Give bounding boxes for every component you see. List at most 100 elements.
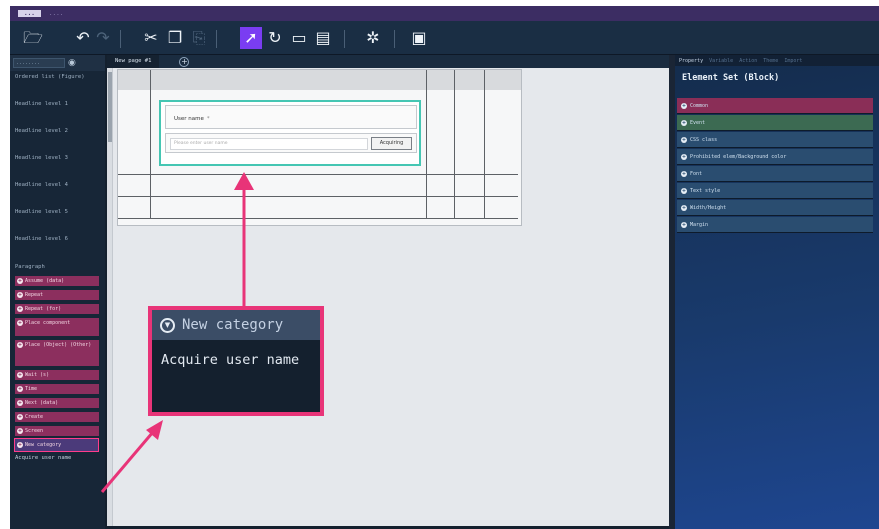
copy-icon[interactable]: ❐ xyxy=(164,27,186,49)
sidebar-item[interactable]: Headline level 2 xyxy=(10,125,105,152)
app-window: ... .... 🗁 ↶ ↷ ✂ ❐ ⎘ ➚ ↻ ▭ ▤ ✲ ▣ .......… xyxy=(10,6,879,529)
property-row[interactable]: + Common xyxy=(677,98,873,114)
property-panel-title: Element Set (Block) xyxy=(682,73,780,83)
plus-icon: + xyxy=(681,136,687,143)
title-bar: ... .... xyxy=(10,6,879,21)
plus-icon: + xyxy=(681,153,687,160)
folder-icon[interactable]: 🗁 xyxy=(22,27,44,49)
property-row-label: Width/Height xyxy=(690,204,727,211)
sidebar-item[interactable]: Headline level 4 xyxy=(10,179,105,206)
username-input[interactable]: Please enter user name xyxy=(170,138,368,150)
lasso-icon[interactable]: ↻ xyxy=(264,27,286,49)
plus-icon: + xyxy=(17,400,23,406)
undo-icon[interactable]: ↶ xyxy=(72,27,94,49)
property-row[interactable]: + Prohibited elem/Background color xyxy=(677,149,873,165)
sidebar-item[interactable]: Headline level 1 xyxy=(10,98,105,125)
sidebar-block-label: New category xyxy=(25,442,62,448)
property-row[interactable]: + Event xyxy=(677,115,873,131)
property-row-label: Event xyxy=(690,119,706,126)
sidebar-item[interactable]: Headline level 5 xyxy=(10,206,105,233)
property-row[interactable]: + Margin xyxy=(677,217,873,233)
acquiring-button[interactable]: Acquiring xyxy=(371,137,412,150)
plus-icon: + xyxy=(681,204,687,211)
tab-import[interactable]: Import xyxy=(784,58,802,64)
sidebar-search-input[interactable]: ........ xyxy=(13,58,65,68)
plus-icon: + xyxy=(681,221,687,228)
sidebar-block-item[interactable]: + Place (Object) (Other) xyxy=(15,338,99,368)
sidebar-block-item[interactable]: + Repeat xyxy=(15,288,99,302)
grid-line xyxy=(118,218,518,219)
sidebar-block-label: Assume (data) xyxy=(25,278,65,284)
sidebar-block-label: Place (Object) (Other) xyxy=(25,342,92,348)
vertical-scrollbar[interactable] xyxy=(107,68,113,526)
sidebar-block-item[interactable]: + Wait (s) xyxy=(15,368,99,382)
monitor-icon[interactable]: ▭ xyxy=(288,27,310,49)
username-label: User name * xyxy=(174,116,210,122)
sidebar-item-new-category[interactable]: + New category xyxy=(14,438,99,452)
tab-action[interactable]: Action xyxy=(739,58,757,64)
toolbar-separator xyxy=(120,30,121,48)
cut-icon[interactable]: ✂ xyxy=(140,27,162,49)
annotation-callout: ▼ New category Acquire user name xyxy=(148,306,324,416)
plus-icon: + xyxy=(17,386,23,392)
save-icon[interactable]: ▤ xyxy=(312,27,334,49)
sidebar-block-item[interactable]: + Assume (data) xyxy=(15,274,99,288)
panel-splitter[interactable] xyxy=(669,55,675,529)
chevron-down-icon: ▼ xyxy=(160,317,175,333)
plus-circle-icon[interactable]: + xyxy=(179,56,190,67)
username-label-text: User name xyxy=(174,116,204,122)
username-input-row: Please enter user name Acquiring xyxy=(165,133,417,153)
sidebar-block-item[interactable]: + Place component xyxy=(15,316,99,338)
menu-item[interactable]: .... xyxy=(49,10,63,17)
scrollbar-thumb[interactable] xyxy=(108,72,112,142)
tab-theme[interactable]: Theme xyxy=(763,58,778,64)
sidebar-output-text: Acquire user name xyxy=(15,455,72,461)
sidebar-item[interactable]: Headline level 3 xyxy=(10,152,105,179)
plus-icon: + xyxy=(17,292,23,298)
redo-icon[interactable]: ↷ xyxy=(92,27,114,49)
select-pointer-icon[interactable]: ➚ xyxy=(240,27,262,49)
plus-icon: + xyxy=(17,306,23,312)
sidebar-block-item[interactable]: + Screen xyxy=(15,424,99,438)
sidebar-block-label: Place component xyxy=(25,320,71,326)
toolbar-separator xyxy=(394,30,395,48)
sidebar-block-label: Repeat xyxy=(25,292,44,298)
preview-window-icon[interactable]: ▣ xyxy=(408,27,430,49)
callout-body-text: Acquire user name xyxy=(161,352,300,368)
sidebar-block-label: Repeat (for) xyxy=(25,306,62,312)
sidebar-block-label: Time xyxy=(25,386,38,392)
sidebar-block-label: Wait (s) xyxy=(25,372,50,378)
sidebar-item[interactable]: Ordered list (Figure) xyxy=(10,71,105,98)
required-mark: * xyxy=(206,116,210,122)
tab-property[interactable]: Property xyxy=(679,58,703,64)
plus-icon: + xyxy=(17,320,23,326)
plus-icon: + xyxy=(17,414,23,420)
sidebar-block-item[interactable]: + Repeat (for) xyxy=(15,302,99,316)
paste-icon[interactable]: ⎘ xyxy=(188,27,210,49)
sidebar-block-label: Next (data) xyxy=(25,400,59,406)
sidebar-item[interactable]: Headline level 6 xyxy=(10,233,105,260)
callout-header: ▼ New category xyxy=(152,310,320,340)
tab-variable[interactable]: Variable xyxy=(709,58,733,64)
bug-icon[interactable]: ✲ xyxy=(362,27,384,49)
sidebar-block-item[interactable]: + Next (data) xyxy=(15,396,99,410)
plus-icon: + xyxy=(17,342,23,348)
design-canvas[interactable]: New page #1 + User name * Please enter us… xyxy=(107,55,671,526)
selected-component[interactable]: User name * Please enter user name Acquir… xyxy=(159,100,421,166)
grid-line xyxy=(118,174,518,175)
eye-icon[interactable]: ◉ xyxy=(68,58,82,68)
property-row[interactable]: + Font xyxy=(677,166,873,182)
tab-new-page[interactable]: New page #1 xyxy=(107,55,160,68)
sidebar-block-label: Create xyxy=(25,414,44,420)
property-row[interactable]: + Width/Height xyxy=(677,200,873,216)
property-row[interactable]: + CSS class xyxy=(677,132,873,148)
plus-icon: + xyxy=(681,170,687,177)
sidebar-block-item[interactable]: + Create xyxy=(15,410,99,424)
main-toolbar: 🗁 ↶ ↷ ✂ ❐ ⎘ ➚ ↻ ▭ ▤ ✲ ▣ xyxy=(10,21,879,55)
plus-icon: + xyxy=(681,119,687,126)
property-row[interactable]: + Text style xyxy=(677,183,873,199)
property-row-label: Prohibited elem/Background color xyxy=(690,153,787,160)
sidebar-block-item[interactable]: + Time xyxy=(15,382,99,396)
grid-line xyxy=(118,196,518,197)
property-row-label: Margin xyxy=(690,221,709,228)
